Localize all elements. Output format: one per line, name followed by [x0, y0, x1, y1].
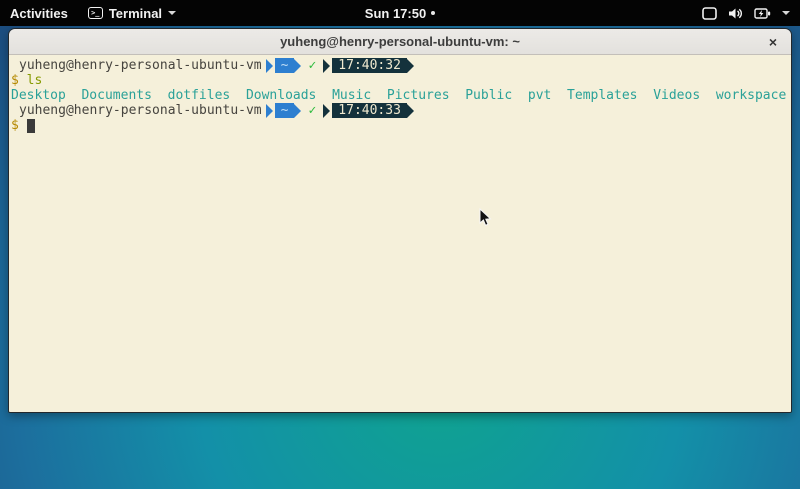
- cwd-segment: ~: [266, 103, 302, 118]
- prompt-time: 17:40:32: [338, 58, 401, 73]
- window-title: yuheng@henry-personal-ubuntu-vm: ~: [280, 34, 520, 49]
- prompt-line-2: yuheng@henry-personal-ubuntu-vm ~ ✓ 17:4…: [11, 103, 789, 118]
- directory-name: Documents: [81, 88, 151, 103]
- directory-name: Desktop: [11, 88, 66, 103]
- directory-name: Music: [332, 88, 371, 103]
- time-segment: 17:40:33: [323, 103, 414, 118]
- directory-name: dotfiles: [168, 88, 231, 103]
- prompt-user: yuheng@henry-personal-ubuntu-vm: [19, 58, 262, 73]
- terminal-app-icon-glyph: >_: [91, 10, 99, 17]
- powerline-arrow-icon: [407, 104, 414, 118]
- time-segment: 17:40:32: [323, 58, 414, 73]
- powerline-arrow-icon: [294, 59, 301, 73]
- prompt-user: yuheng@henry-personal-ubuntu-vm: [19, 103, 262, 118]
- mouse-pointer-icon: [479, 208, 492, 232]
- chevron-down-icon: [782, 11, 790, 15]
- powerline-arrow-icon: [323, 104, 330, 118]
- directory-name: Downloads: [246, 88, 316, 103]
- battery-charging-icon: [754, 7, 771, 20]
- command-line-2: $: [11, 118, 789, 133]
- clock-label: Sun 17:50: [365, 6, 426, 21]
- terminal-content[interactable]: yuheng@henry-personal-ubuntu-vm ~ ✓ 17:4…: [9, 55, 791, 412]
- directory-name: Templates: [567, 88, 637, 103]
- directory-name: Public: [465, 88, 512, 103]
- app-menu-label: Terminal: [109, 6, 162, 21]
- cwd-segment: ~: [266, 58, 302, 73]
- directory-name: Pictures: [387, 88, 450, 103]
- powerline-arrow-icon: [323, 59, 330, 73]
- terminal-window: yuheng@henry-personal-ubuntu-vm: ~ × yuh…: [8, 28, 792, 413]
- prompt-time: 17:40:33: [338, 103, 401, 118]
- prompt-cwd: ~: [281, 103, 289, 118]
- volume-icon: [728, 7, 743, 20]
- directory-name: workspace: [716, 88, 786, 103]
- prompt-cwd: ~: [281, 58, 289, 73]
- powerline-arrow-icon: [294, 104, 301, 118]
- text-cursor: [27, 119, 35, 133]
- window-titlebar[interactable]: yuheng@henry-personal-ubuntu-vm: ~ ×: [9, 29, 791, 55]
- command-line-1: $ ls: [11, 73, 789, 88]
- notification-dot-icon: [431, 11, 435, 15]
- powerline-arrow-icon: [407, 59, 414, 73]
- powerline-arrow-icon: [266, 59, 273, 73]
- command-text: ls: [27, 73, 43, 88]
- directory-name: pvt: [528, 88, 551, 103]
- top-bar: Activities >_ Terminal Sun 17:50: [0, 0, 800, 26]
- system-menu[interactable]: [692, 0, 800, 26]
- clock-button[interactable]: Sun 17:50: [355, 0, 445, 26]
- directory-name: Videos: [653, 88, 700, 103]
- status-check-icon: ✓: [308, 58, 316, 73]
- terminal-app-icon: >_: [88, 7, 103, 19]
- screen-icon: [702, 7, 717, 20]
- powerline-arrow-icon: [266, 104, 273, 118]
- chevron-down-icon: [168, 11, 176, 15]
- close-button[interactable]: ×: [764, 33, 782, 51]
- activities-button[interactable]: Activities: [0, 0, 78, 26]
- prompt-char: $: [11, 118, 19, 133]
- prompt-char: $: [11, 73, 19, 88]
- ls-output-line: Desktop Documents dotfiles Downloads Mus…: [11, 88, 789, 103]
- app-menu[interactable]: >_ Terminal: [78, 0, 186, 26]
- prompt-line-1: yuheng@henry-personal-ubuntu-vm ~ ✓ 17:4…: [11, 58, 789, 73]
- status-check-icon: ✓: [308, 103, 316, 118]
